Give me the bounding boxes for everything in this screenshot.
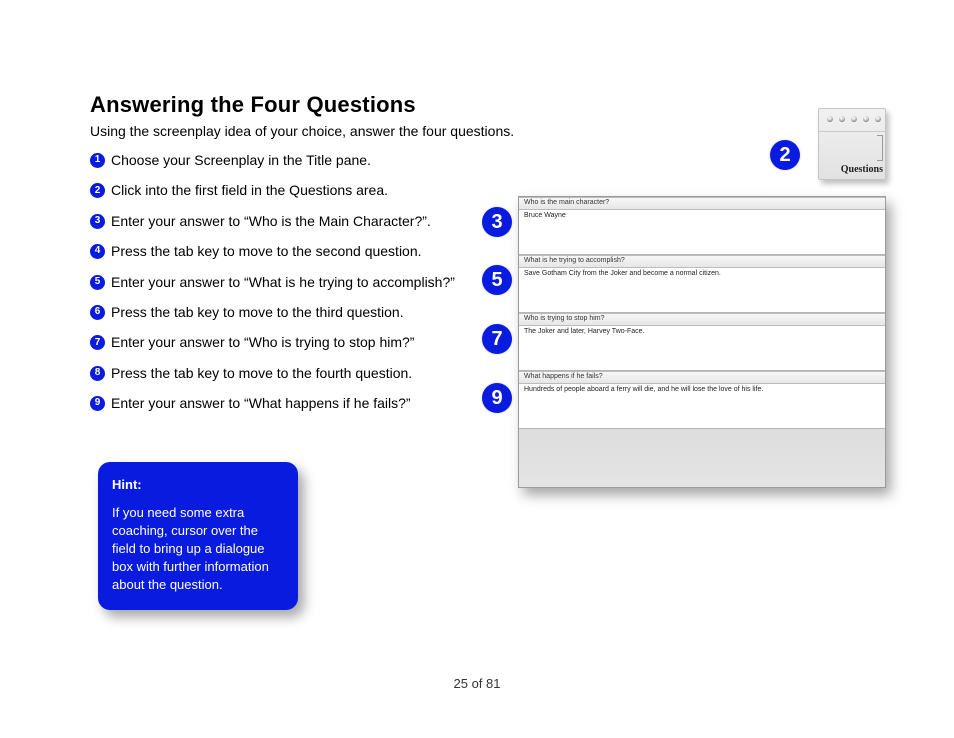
question-4-label: What happens if he fails?	[519, 371, 885, 384]
page-heading: Answering the Four Questions	[90, 92, 416, 118]
step-4: 4 Press the tab key to move to the second…	[90, 243, 475, 261]
step-1: 1 Choose your Screenplay in the Title pan…	[90, 152, 475, 170]
step-9: 9 Enter your answer to “What happens if h…	[90, 395, 475, 413]
step-2: 2 Click into the first field in the Quest…	[90, 182, 475, 200]
step-text: Enter your answer to “Who is the Main Ch…	[111, 213, 475, 231]
step-text: Enter your answer to “What is he trying …	[111, 274, 475, 292]
page-number: 25 of 81	[0, 676, 954, 691]
step-number-icon: 1	[90, 153, 105, 168]
hint-body: If you need some extra coaching, cursor …	[112, 504, 284, 594]
questions-panel: Who is the main character? Bruce Wayne W…	[518, 196, 886, 488]
steps-list: 1 Choose your Screenplay in the Title pan…	[90, 152, 475, 413]
bracket-icon	[877, 135, 883, 161]
callout-3-icon: 3	[482, 207, 512, 237]
question-1-label: Who is the main character?	[519, 197, 885, 210]
step-number-icon: 2	[90, 183, 105, 198]
step-6: 6 Press the tab key to move to the third …	[90, 304, 475, 322]
step-7: 7 Enter your answer to “Who is trying to …	[90, 334, 475, 352]
callout-5-icon: 5	[482, 265, 512, 295]
callout-9-icon: 9	[482, 383, 512, 413]
step-text: Press the tab key to move to the second …	[111, 243, 475, 261]
step-number-icon: 5	[90, 275, 105, 290]
question-2-answer[interactable]: Save Gotham City from the Joker and beco…	[519, 268, 885, 313]
step-8: 8 Press the tab key to move to the fourth…	[90, 365, 475, 383]
step-text: Enter your answer to “Who is trying to s…	[111, 334, 475, 352]
step-text: Enter your answer to “What happens if he…	[111, 395, 475, 413]
question-2-label: What is he trying to accomplish?	[519, 255, 885, 268]
callout-2-icon: 2	[770, 140, 800, 170]
step-text: Press the tab key to move to the third q…	[111, 304, 475, 322]
document-page: Answering the Four Questions Using the s…	[0, 0, 954, 738]
step-text: Press the tab key to move to the fourth …	[111, 365, 475, 383]
step-text: Choose your Screenplay in the Title pane…	[111, 152, 475, 170]
step-number-icon: 6	[90, 305, 105, 320]
hint-box: Hint: If you need some extra coaching, c…	[98, 462, 298, 610]
question-4-answer[interactable]: Hundreds of people aboard a ferry will d…	[519, 384, 885, 429]
step-number-icon: 3	[90, 214, 105, 229]
step-number-icon: 4	[90, 244, 105, 259]
step-number-icon: 8	[90, 366, 105, 381]
callout-7-icon: 7	[482, 324, 512, 354]
navigation-dots-icon	[827, 116, 881, 122]
question-3-answer[interactable]: The Joker and later, Harvey Two-Face.	[519, 326, 885, 371]
question-3-label: Who is trying to stop him?	[519, 313, 885, 326]
questions-tab-label: Questions	[819, 164, 883, 175]
step-3: 3 Enter your answer to “Who is the Main C…	[90, 213, 475, 231]
questions-tab-chip: Questions	[818, 108, 886, 180]
step-5: 5 Enter your answer to “What is he trying…	[90, 274, 475, 292]
step-text: Click into the first field in the Questi…	[111, 182, 475, 200]
step-number-icon: 7	[90, 335, 105, 350]
intro-text: Using the screenplay idea of your choice…	[90, 123, 514, 139]
hint-title: Hint:	[112, 476, 284, 494]
question-1-answer[interactable]: Bruce Wayne	[519, 210, 885, 255]
step-number-icon: 9	[90, 396, 105, 411]
